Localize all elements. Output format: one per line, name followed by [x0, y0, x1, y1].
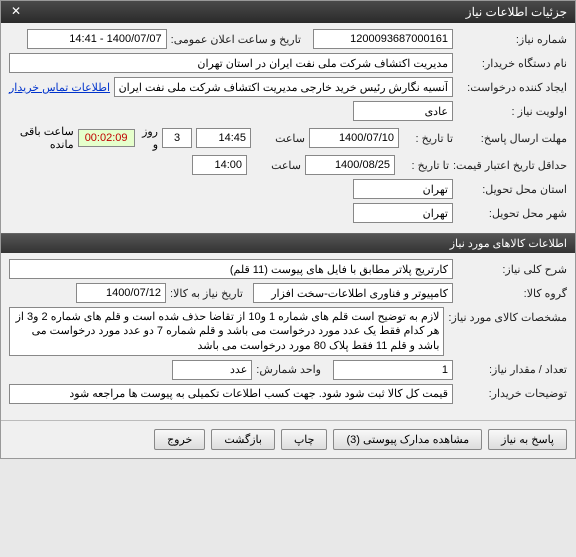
delivery-province-field[interactable]: [353, 179, 453, 199]
goods-panel: شرح کلی نیاز: گروه کالا: تاریخ نیاز به ک…: [1, 253, 575, 414]
spec-field[interactable]: لازم به توضیح است قلم های شماره 1 و10 از…: [9, 307, 444, 356]
buyer-org-label: نام دستگاه خریدار:: [457, 57, 567, 70]
spec-label: مشخصات کالای مورد نیاز:: [448, 307, 567, 324]
contact-link[interactable]: اطلاعات تماس خریدار: [9, 81, 110, 94]
reply-time-field[interactable]: [196, 128, 251, 148]
priority-label: اولویت نیاز :: [457, 105, 567, 118]
group-label: گروه کالا:: [457, 287, 567, 300]
desc-label: شرح کلی نیاز:: [457, 263, 567, 276]
delivery-city-field[interactable]: [353, 203, 453, 223]
print-button[interactable]: چاپ: [281, 429, 328, 450]
reply-date-field[interactable]: [309, 128, 399, 148]
need-info-panel: شماره نیاز: تاریخ و ساعت اعلان عمومی: نا…: [1, 23, 575, 233]
requester-label: ایجاد کننده درخواست:: [457, 81, 567, 94]
need-date-field[interactable]: [76, 283, 166, 303]
unit-field[interactable]: [172, 360, 252, 380]
title-bar: جزئیات اطلاعات نیاز ✕: [1, 1, 575, 23]
min-validity-date-field[interactable]: [305, 155, 395, 175]
buyer-notes-field[interactable]: [9, 384, 453, 404]
unit-label: واحد شمارش:: [256, 363, 321, 376]
need-date-label: تاریخ نیاز به کالا:: [170, 287, 243, 300]
requester-field[interactable]: [114, 77, 453, 97]
until-label-2: تا تاریخ :: [399, 159, 449, 172]
remaining-label: ساعت باقی مانده: [9, 125, 74, 151]
buyer-notes-label: توضیحات خریدار:: [457, 387, 567, 400]
countdown-timer: 00:02:09: [78, 129, 135, 147]
group-field[interactable]: [253, 283, 453, 303]
exit-button[interactable]: خروج: [154, 429, 205, 450]
need-no-label: شماره نیاز:: [457, 33, 567, 46]
goods-section-header: اطلاعات کالاهای مورد نیاز: [1, 233, 575, 253]
reply-deadline-label: مهلت ارسال پاسخ:: [457, 132, 567, 145]
min-validity-time-field[interactable]: [192, 155, 247, 175]
delivery-city-label: شهر محل تحویل:: [457, 207, 567, 220]
close-icon[interactable]: ✕: [9, 5, 23, 19]
buyer-org-field[interactable]: [9, 53, 453, 73]
qty-label: تعداد / مقدار نیاز:: [457, 363, 567, 376]
window-title: جزئیات اطلاعات نیاز: [466, 5, 567, 19]
delivery-province-label: استان محل تحویل:: [457, 183, 567, 196]
dialog-window: جزئیات اطلاعات نیاز ✕ شماره نیاز: تاریخ …: [0, 0, 576, 459]
need-no-field[interactable]: [313, 29, 453, 49]
pub-date-field[interactable]: [27, 29, 167, 49]
days-label: روز و: [139, 125, 158, 151]
qty-field[interactable]: [333, 360, 453, 380]
button-bar: پاسخ به نیاز مشاهده مدارک پیوستی (3) چاپ…: [1, 420, 575, 458]
time-label-1: ساعت: [255, 132, 305, 145]
priority-field[interactable]: [353, 101, 453, 121]
until-label: تا تاریخ :: [403, 132, 453, 145]
days-remaining-field[interactable]: [162, 128, 192, 148]
back-button[interactable]: بازگشت: [211, 429, 275, 450]
time-label-2: ساعت: [251, 159, 301, 172]
reply-button[interactable]: پاسخ به نیاز: [488, 429, 567, 450]
desc-field[interactable]: [9, 259, 453, 279]
pub-date-label: تاریخ و ساعت اعلان عمومی:: [171, 33, 301, 46]
min-validity-label: حداقل تاریخ اعتبار قیمت:: [453, 159, 567, 172]
attachments-button[interactable]: مشاهده مدارک پیوستی (3): [333, 429, 482, 450]
